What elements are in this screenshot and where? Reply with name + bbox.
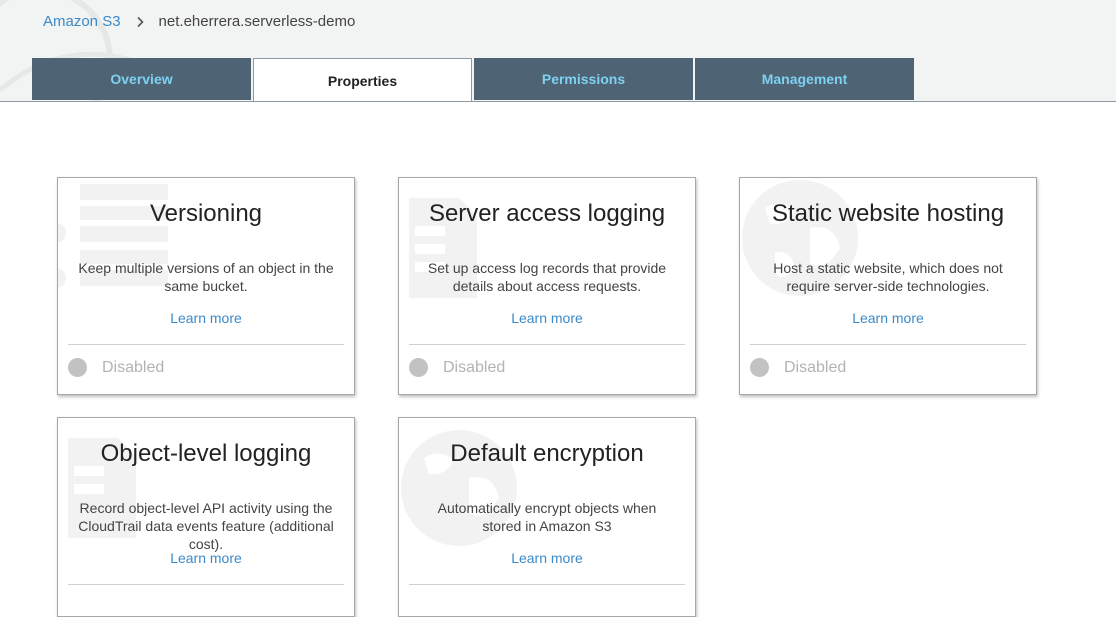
card-learn-more-link: Learn more <box>58 550 354 566</box>
card-description: Host a static website, which does not re… <box>773 260 1003 294</box>
learn-more-link[interactable]: Learn more <box>170 550 242 566</box>
breadcrumb-root-link[interactable]: Amazon S3 <box>43 13 121 30</box>
card-description: Set up access log records that provide d… <box>427 260 667 294</box>
status-label: Disabled <box>102 358 165 376</box>
status-radio-icon <box>750 358 769 377</box>
status-radio-icon <box>409 358 428 377</box>
chevron-right-icon <box>136 16 144 27</box>
learn-more-link[interactable]: Learn more <box>852 310 924 326</box>
card-divider <box>409 344 685 345</box>
card-learn-more-link: Learn more <box>58 310 354 326</box>
learn-more-link[interactable]: Learn more <box>170 310 242 326</box>
tab-overview[interactable]: Overview <box>32 58 251 100</box>
learn-more-link[interactable]: Learn more <box>511 550 583 566</box>
status-radio-icon <box>68 358 87 377</box>
status-label: Disabled <box>784 358 847 376</box>
card-server-access-logging[interactable]: Server access logging Set up access log … <box>398 177 696 395</box>
learn-more-link[interactable]: Learn more <box>511 310 583 326</box>
breadcrumb-current-bucket: net.eherrera.serverless-demo <box>158 13 356 30</box>
card-divider <box>68 344 344 345</box>
card-title: Static website hosting <box>771 200 1005 227</box>
card-divider <box>68 584 344 585</box>
card-title: Default encryption <box>450 440 644 467</box>
card-title: Versioning <box>149 200 263 227</box>
card-title: Object-level logging <box>100 440 312 467</box>
card-learn-more-link: Learn more <box>740 310 1036 326</box>
header-bar: Amazon S3 net.eherrera.serverless-demo O… <box>0 0 1116 102</box>
status-label: Disabled <box>443 358 506 376</box>
card-learn-more-link: Learn more <box>399 550 695 566</box>
card-object-level-logging[interactable]: Object-level logging Record object-level… <box>57 417 355 617</box>
card-description: Automatically encrypt objects when store… <box>437 500 657 534</box>
card-status: Disabled <box>750 358 846 377</box>
card-divider <box>409 584 685 585</box>
tab-properties[interactable]: Properties <box>253 58 472 101</box>
card-divider <box>750 344 1026 345</box>
breadcrumb: Amazon S3 net.eherrera.serverless-demo <box>43 13 355 30</box>
card-versioning[interactable]: Versioning Keep multiple versions of an … <box>57 177 355 395</box>
card-static-website-hosting[interactable]: Static website hosting Host a static web… <box>739 177 1037 395</box>
card-status: Disabled <box>409 358 505 377</box>
card-learn-more-link: Learn more <box>399 310 695 326</box>
card-default-encryption[interactable]: Default encryption Automatically encrypt… <box>398 417 696 617</box>
card-description: Keep multiple versions of an object in t… <box>78 260 334 294</box>
tab-permissions[interactable]: Permissions <box>474 58 693 100</box>
card-status: Disabled <box>68 358 164 377</box>
tab-management[interactable]: Management <box>695 58 914 100</box>
card-title: Server access logging <box>428 200 666 227</box>
card-description: Record object-level API activity using t… <box>78 500 334 552</box>
